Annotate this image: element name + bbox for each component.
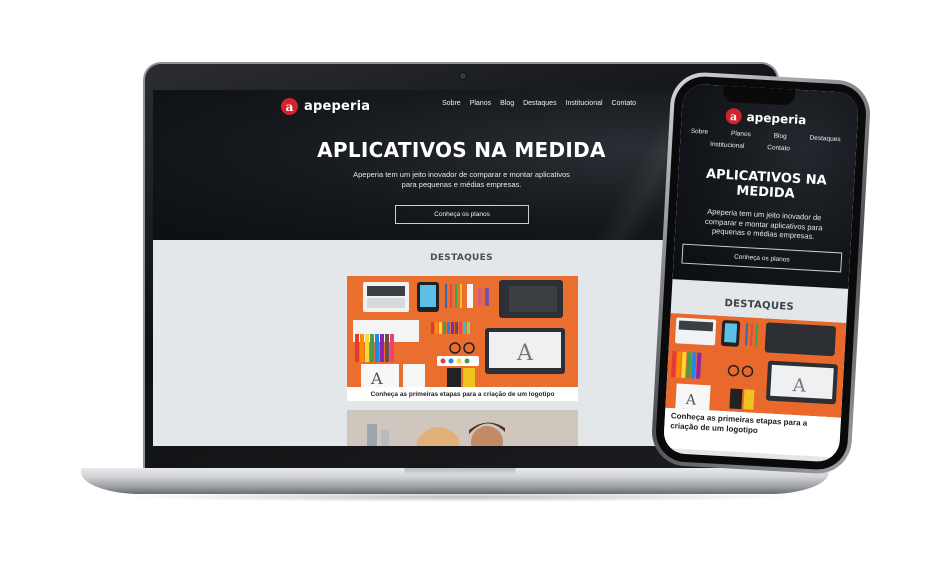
laptop-shadow: [120, 492, 800, 502]
svg-text:A: A: [684, 392, 697, 409]
logo-icon: a: [725, 107, 743, 125]
card-image-people[interactable]: [347, 410, 578, 446]
nav-item-planos[interactable]: Planos: [731, 130, 751, 138]
design-tools-illustration: A A: [347, 276, 578, 387]
logo-icon: a: [281, 98, 298, 115]
camera-icon: [460, 73, 466, 79]
main-nav: Sobre Planos Blog Destaques Instituciona…: [442, 100, 636, 107]
nav-item-destaques[interactable]: Destaques: [809, 135, 840, 144]
plans-button[interactable]: Conheça os planos: [395, 205, 529, 224]
phone-nav-row: Institucional Contato: [710, 141, 790, 152]
card-image[interactable]: A A: [347, 276, 578, 387]
nav-item-blog[interactable]: Blog: [500, 100, 514, 107]
design-tools-illustration: A A: [665, 313, 847, 418]
nav-item-destaques[interactable]: Destaques: [523, 100, 556, 107]
site-logo[interactable]: a apeperia: [281, 98, 370, 115]
svg-text:A: A: [791, 375, 807, 397]
nav-item-institucional[interactable]: Institucional: [566, 100, 603, 107]
nav-item-sobre[interactable]: Sobre: [442, 100, 461, 107]
nav-item-contato[interactable]: Contato: [767, 144, 790, 152]
phone-section-title: DESTAQUES: [724, 298, 795, 313]
phone-card-caption[interactable]: Conheça as primeiras etapas para a criaç…: [663, 407, 842, 458]
phone-hero-title: APLICATIVOS NA MEDIDA: [681, 165, 850, 204]
people-photo: [347, 410, 578, 446]
laptop-opening-notch: [404, 468, 516, 475]
logo-text: apeperia: [746, 109, 807, 128]
phone-plans-button[interactable]: Conheça os planos: [681, 243, 843, 273]
logo-text: apeperia: [304, 99, 371, 114]
phone-hero-section: a apeperia Sobre Planos Blog Destaques I…: [672, 83, 860, 289]
svg-text:A: A: [370, 369, 383, 387]
phone-hero-subtitle: Apeperia tem um jeito inovador de compar…: [683, 206, 844, 243]
nav-item-institucional[interactable]: Institucional: [710, 141, 745, 150]
smartphone: a apeperia Sobre Planos Blog Destaques I…: [650, 70, 872, 476]
nav-item-planos[interactable]: Planos: [470, 100, 491, 107]
nav-item-sobre[interactable]: Sobre: [691, 128, 709, 136]
card-caption[interactable]: Conheça as primeiras etapas para a criaç…: [347, 387, 578, 401]
phone-screen: a apeperia Sobre Planos Blog Destaques I…: [662, 83, 860, 463]
nav-item-contato[interactable]: Contato: [612, 100, 637, 107]
phone-card-image[interactable]: A A: [665, 313, 847, 418]
svg-text:A: A: [516, 341, 534, 366]
phone-site-logo[interactable]: a apeperia: [725, 107, 807, 128]
nav-item-blog[interactable]: Blog: [773, 132, 786, 140]
